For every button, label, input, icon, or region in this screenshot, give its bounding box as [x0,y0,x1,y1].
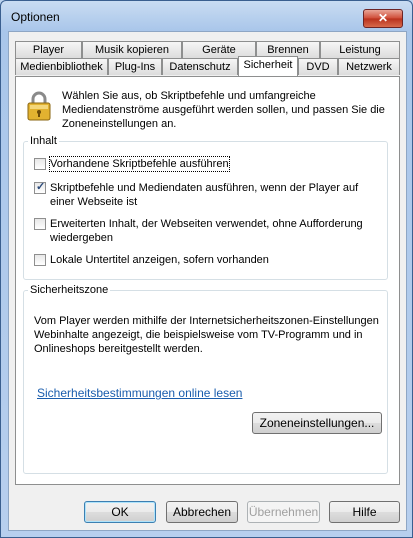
lock-icon [27,91,51,121]
window-title: Optionen [11,10,60,24]
security-zone-text: Vom Player werden mithilfe der Internets… [34,315,379,355]
help-button[interactable]: Hilfe [329,501,400,523]
enhanced-content-checkbox[interactable] [34,218,46,230]
ok-button[interactable]: OK [84,501,156,523]
security-policy-link[interactable]: Sicherheitsbestimmungen online lesen [37,386,242,400]
security-zone-legend: Sicherheitszone [30,284,109,296]
tab-musik-kopieren[interactable]: Musik kopieren [82,41,182,58]
tab-dvd[interactable]: DVD [298,58,338,75]
existing-scripts-checkbox[interactable] [34,158,46,170]
cancel-button[interactable]: Abbrechen [166,501,238,523]
tab-player[interactable]: Player [15,41,82,58]
content-group: Inhalt Vorhandene Skriptbefehle ausführe… [23,135,388,280]
options-dialog: Optionen ✕ Player Musik kopieren Geräte … [0,0,413,538]
tab-netzwerk[interactable]: Netzwerk [338,58,400,75]
apply-button[interactable]: Übernehmen [247,501,320,523]
tab-leistung[interactable]: Leistung [320,41,400,58]
option-run-scripts-webpage[interactable]: Skriptbefehle und Mediendaten ausführen,… [34,180,374,209]
content-group-legend: Inhalt [30,135,57,147]
tab-datenschutz[interactable]: Datenschutz [162,58,238,75]
enhanced-content-label: Erweiterten Inhalt, der Webseiten verwen… [50,218,363,244]
option-enhanced-content[interactable]: Erweiterten Inhalt, der Webseiten verwen… [34,217,374,245]
existing-scripts-label: Vorhandene Skriptbefehle ausführen [49,156,230,172]
security-tab-panel: Wählen Sie aus, ob Skriptbefehle und umf… [15,76,400,485]
option-existing-scripts[interactable]: Vorhandene Skriptbefehle ausführen [34,156,230,172]
zone-settings-button[interactable]: Zoneneinstellungen... [252,412,382,434]
tab-plug-ins[interactable]: Plug-Ins [108,58,162,75]
option-local-captions[interactable]: Lokale Untertitel anzeigen, sofern vorha… [34,253,269,267]
run-scripts-webpage-checkbox[interactable] [34,180,46,194]
local-captions-label: Lokale Untertitel anzeigen, sofern vorha… [50,254,269,266]
security-zone-group: Sicherheitszone Vom Player werden mithil… [23,284,388,474]
tab-medienbibliothek[interactable]: Medienbibliothek [15,58,108,75]
tab-sicherheit[interactable]: Sicherheit [238,56,298,76]
close-button[interactable]: ✕ [363,9,403,28]
local-captions-checkbox[interactable] [34,254,46,266]
title-bar[interactable]: Optionen ✕ [1,1,412,31]
intro-text: Wählen Sie aus, ob Skriptbefehle und umf… [62,90,385,130]
run-scripts-webpage-label: Skriptbefehle und Mediendaten ausführen,… [50,182,359,208]
dialog-client-area: Player Musik kopieren Geräte Brennen Lei… [8,31,407,531]
